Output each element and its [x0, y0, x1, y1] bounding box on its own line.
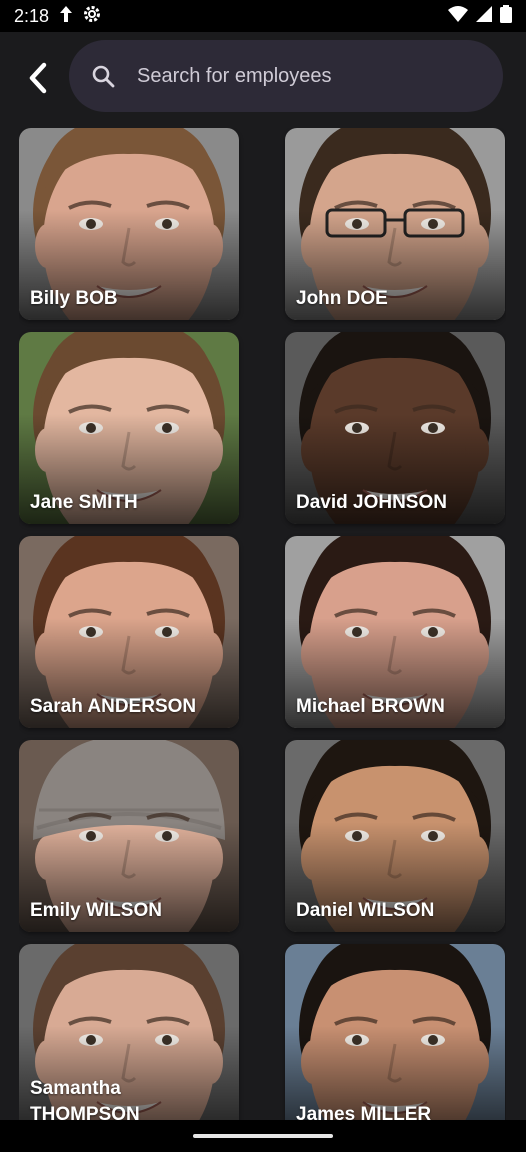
status-left: 2:18 [14, 5, 101, 28]
app-header: Search for employees [0, 32, 526, 124]
navigation-bar [0, 1120, 526, 1152]
employee-card[interactable]: Jane SMITH [19, 332, 239, 524]
employee-card[interactable]: Samantha THOMPSON [19, 944, 239, 1120]
signal-icon [476, 5, 492, 27]
home-indicator[interactable] [193, 1134, 333, 1138]
employee-card[interactable]: Emily WILSON [19, 740, 239, 932]
search-input[interactable]: Search for employees [69, 40, 503, 112]
employee-card[interactable]: James MILLER [285, 944, 505, 1120]
employee-card[interactable]: David JOHNSON [285, 332, 505, 524]
employee-name: David JOHNSON [296, 492, 447, 513]
employee-card[interactable]: Michael BROWN [285, 536, 505, 728]
employee-card[interactable]: John DOE [285, 128, 505, 320]
employee-name: Jane SMITH [30, 492, 138, 513]
employee-card[interactable]: Daniel WILSON [285, 740, 505, 932]
back-button[interactable] [18, 58, 58, 98]
employee-name: Sarah ANDERSON [30, 696, 197, 717]
employee-card[interactable]: Billy BOB [19, 128, 239, 320]
wifi-icon [448, 5, 468, 27]
search-placeholder: Search for employees [137, 64, 332, 87]
employee-name: Michael BROWN [296, 696, 445, 717]
employee-name: Samantha THOMPSON [30, 1078, 140, 1120]
employee-name: James MILLER [296, 1104, 432, 1120]
status-time: 2:18 [14, 5, 50, 26]
employee-name: Daniel WILSON [296, 900, 435, 921]
status-bar: 2:18 [0, 0, 526, 32]
chevron-left-icon [29, 62, 47, 94]
employee-name: Emily WILSON [30, 900, 162, 921]
employee-grid: Billy BOB John DOE Jane SMITH David JOHN… [19, 128, 506, 1120]
search-icon [92, 65, 115, 88]
employee-card[interactable]: Sarah ANDERSON [19, 536, 239, 728]
employee-name: Billy BOB [30, 288, 118, 309]
employee-name: John DOE [296, 288, 388, 309]
settings-gear-icon [83, 5, 101, 28]
navigation-icon [59, 5, 73, 28]
battery-icon [500, 4, 512, 28]
status-right [448, 4, 512, 28]
